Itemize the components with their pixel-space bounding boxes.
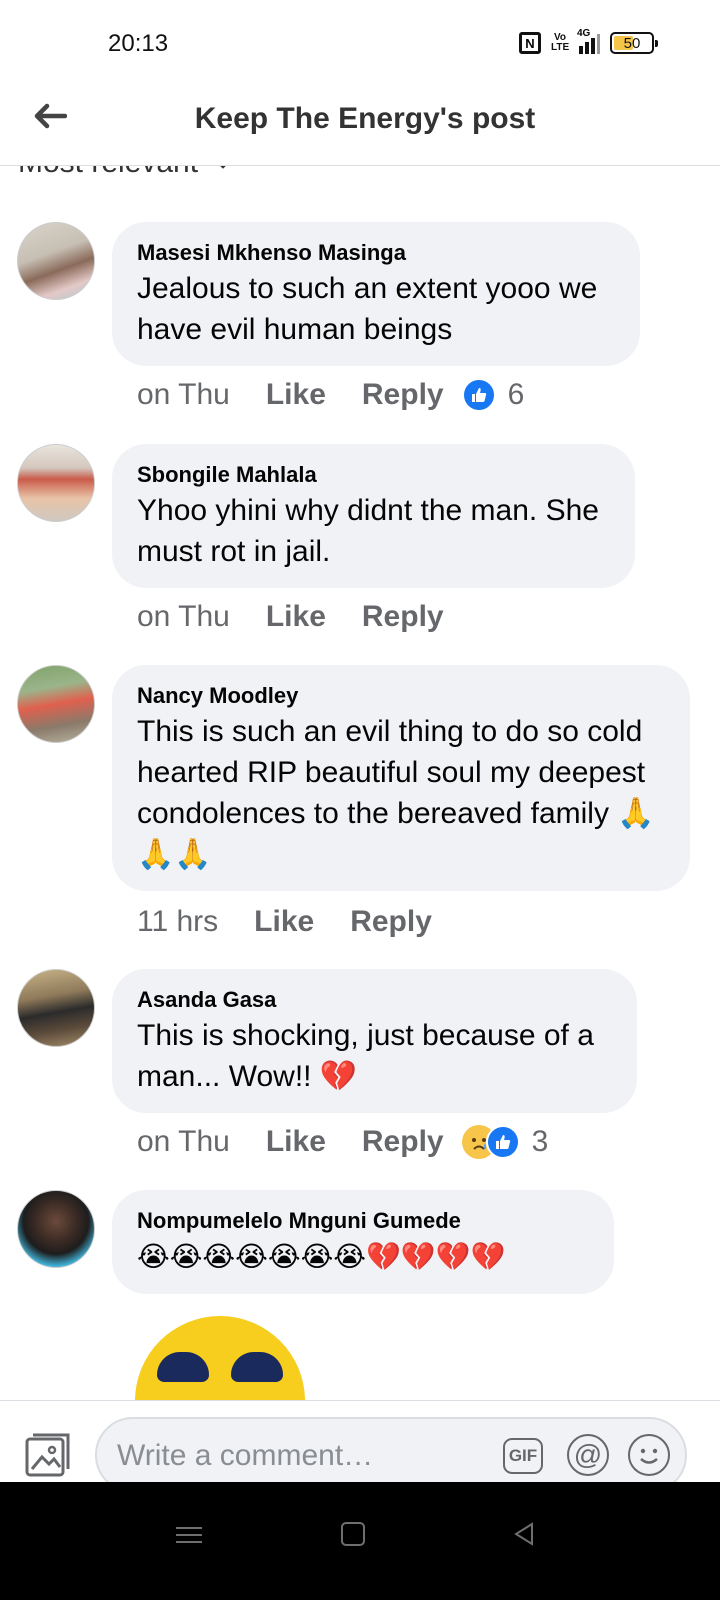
comment-bubble: Sbongile Mahlala Yhoo yhini why didnt th… [112, 444, 635, 588]
status-icons: N Vo LTE 4G 50 [519, 28, 658, 54]
sort-label: Most relevant [18, 166, 198, 180]
like-button[interactable]: Like [266, 600, 326, 634]
comment-time[interactable]: on Thu [137, 378, 230, 412]
comment-text: This is shocking, just because of a man.… [137, 1019, 594, 1093]
avatar[interactable] [17, 444, 95, 522]
comment-composer: Write a comment… GIF @ [0, 1400, 720, 1493]
comment-time[interactable]: on Thu [137, 1125, 230, 1159]
network-type-label: 4G [577, 28, 591, 39]
battery-level: 50 [623, 34, 641, 52]
recents-button[interactable] [176, 1522, 202, 1548]
comment-bubble: Asanda Gasa This is shocking, just becau… [112, 969, 637, 1113]
comment-placeholder: Write a comment… [117, 1439, 374, 1472]
mention-button[interactable]: @ [567, 1434, 609, 1476]
comment-author[interactable]: Masesi Mkhenso Masinga [137, 238, 616, 268]
comments-list: Most relevant Masesi Mkhenso Masinga Jea… [0, 166, 720, 1400]
thumbs-up-icon [485, 1125, 520, 1159]
comment-author[interactable]: Sbongile Mahlala [137, 460, 611, 490]
comment-author[interactable]: Nompumelelo Mnguni Gumede [137, 1206, 590, 1236]
volte-icon: Vo LTE [551, 32, 570, 53]
avatar[interactable] [17, 969, 95, 1047]
like-button[interactable]: Like [266, 1125, 326, 1159]
reaction-summary[interactable]: 6 [461, 378, 525, 412]
chevron-down-icon [220, 166, 226, 169]
comment-time[interactable]: 11 hrs [137, 905, 218, 939]
status-bar: 20:13 N Vo LTE 4G 50 [0, 0, 720, 90]
avatar[interactable] [17, 665, 95, 743]
system-nav-bar [0, 1482, 720, 1600]
comment-actions: on Thu Like Reply [137, 600, 462, 634]
signal-icon: 4G [577, 28, 600, 54]
comment-text: 😭😭😭😭😭😭😭💔💔💔💔 [137, 1241, 506, 1272]
comment-bubble: Masesi Mkhenso Masinga Jealous to such a… [112, 222, 640, 366]
comment-actions: 11 hrs Like Reply [137, 905, 450, 939]
comment-text: Yhoo yhini why didnt the man. She must r… [137, 494, 599, 568]
avatar[interactable] [17, 1190, 95, 1268]
photo-icon [25, 1433, 70, 1477]
comment-text: Jealous to such an extent yooo we have e… [137, 272, 598, 346]
reaction-count: 3 [531, 1125, 549, 1158]
large-emoji-sticker [135, 1316, 305, 1400]
comment-author[interactable]: Nancy Moodley [137, 681, 666, 711]
page-title: Keep The Energy's post [194, 102, 536, 135]
home-button[interactable] [341, 1522, 365, 1546]
reaction-count: 6 [507, 378, 525, 411]
comment-author[interactable]: Asanda Gasa [137, 985, 613, 1015]
status-time: 20:13 [108, 30, 169, 57]
triangle-back-icon [514, 1522, 533, 1546]
like-button[interactable]: Like [266, 378, 326, 412]
like-button[interactable]: Like [254, 905, 314, 939]
reply-button[interactable]: Reply [362, 1125, 444, 1159]
reply-button[interactable]: Reply [362, 378, 444, 412]
avatar[interactable] [17, 222, 95, 300]
comment-bubble: Nompumelelo Mnguni Gumede 😭😭😭😭😭😭😭💔💔💔💔 [112, 1190, 614, 1294]
add-photo-button[interactable] [24, 1431, 72, 1479]
smiley-icon [640, 1448, 658, 1464]
thumbs-up-icon [461, 378, 496, 412]
comment-bubble: Nancy Moodley This is such an evil thing… [112, 665, 690, 891]
reaction-summary[interactable]: 3 [461, 1125, 549, 1159]
comment-text: This is such an evil thing to do so cold… [137, 715, 655, 871]
system-back-button[interactable] [510, 1520, 538, 1548]
comment-actions: on Thu Like Reply 3 [137, 1125, 548, 1159]
gif-button[interactable]: GIF [503, 1438, 543, 1474]
comment-actions: on Thu Like Reply 6 [137, 378, 524, 412]
reply-button[interactable]: Reply [350, 905, 432, 939]
battery-icon: 50 [610, 32, 658, 54]
post-header: Keep The Energy's post [0, 90, 720, 166]
reply-button[interactable]: Reply [362, 600, 444, 634]
emoji-button[interactable] [628, 1434, 670, 1476]
sort-dropdown[interactable]: Most relevant [18, 166, 234, 180]
comment-time[interactable]: on Thu [137, 600, 230, 634]
nfc-icon: N [519, 32, 541, 54]
